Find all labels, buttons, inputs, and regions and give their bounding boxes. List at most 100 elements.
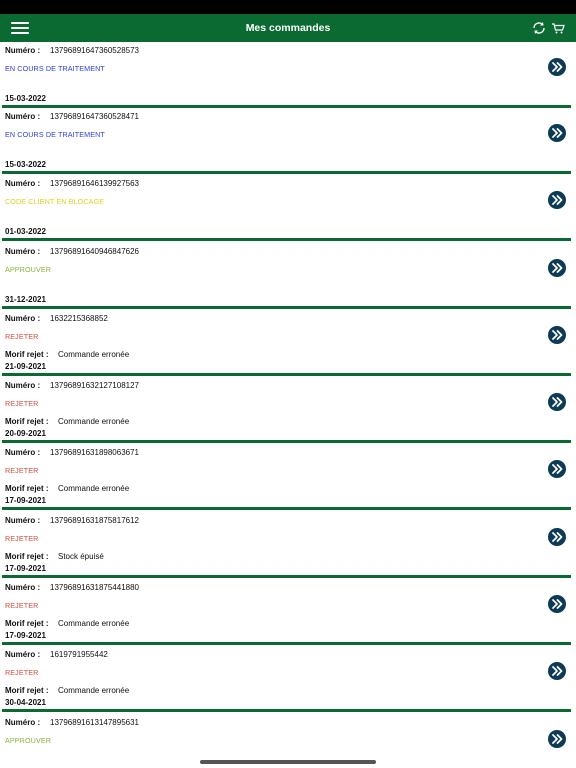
rejection-reason-label: Morif rejet : [5,417,49,427]
order-date: 17-09-2021 [5,631,46,641]
order-number-row: Numéro : 13796891647360528471 [5,112,139,121]
open-order-button[interactable] [548,124,566,142]
rejection-reason-row: Morif rejet : Commande erronée [5,484,129,494]
order-divider [2,372,571,376]
double-chevron-right-icon [552,397,563,408]
rejection-reason: Commande erronée [58,686,130,696]
open-order-button[interactable] [548,191,566,210]
rejection-reason-label: Morif rejet : [5,551,49,561]
rejection-reason: Commande erronée [58,484,130,494]
numero-label: Numéro : [5,650,41,660]
double-chevron-right-icon [552,531,563,542]
rejection-reason-row: Morif rejet : Stock épuisé [5,551,104,561]
order-item[interactable]: Numéro : 13796891646139927563 CODE CLIENT … [0,175,576,242]
numero-label: Numéro : [5,313,41,323]
order-divider [2,305,571,309]
order-number-row: Numéro : 13796891631875441880 [5,583,139,593]
order-date: 17-09-2021 [5,496,46,506]
rejection-reason-label: Morif rejet : [5,349,49,359]
rejection-reason-row: Morif rejet : Commande erronée [5,619,129,628]
order-number-row: Numéro : 13796891646139927563 [5,179,139,189]
order-date: 30-04-2021 [5,698,46,708]
order-number-row: Numéro : 1619791955442 [5,650,108,660]
double-chevron-right-icon [552,733,563,744]
order-status: REJETER [5,466,39,476]
double-chevron-right-icon [552,195,563,206]
rejection-reason-row: Morif rejet : Commande erronée [5,686,129,695]
double-chevron-right-icon [552,599,563,609]
order-status: APPROUVER [5,735,52,745]
order-date: 17-09-2021 [5,563,46,573]
order-number: 13796891640946847626 [50,246,139,256]
order-item[interactable]: Numéro : 13796891647360528471 EN COURS DE … [0,108,576,175]
order-item[interactable]: Numéro : 13796891632127108127 REJETER Morif… [0,377,576,444]
order-status: REJETER [5,399,39,409]
open-order-button[interactable] [548,729,566,748]
order-status: REJETER [5,331,39,341]
rejection-reason-label: Morif rejet : [5,484,49,494]
open-order-button[interactable] [548,393,566,412]
open-order-button[interactable] [548,595,566,614]
order-number: 1632215368852 [50,313,108,323]
order-number: 13796891632127108127 [50,381,139,391]
rejection-reason: Stock épuisé [58,551,104,561]
open-order-button[interactable] [548,527,566,546]
order-divider [2,507,571,511]
order-number-row: Numéro : 13796891640946847626 [5,246,139,256]
order-item[interactable]: Numéro : 1619791955442 REJETER Morif rejet … [0,646,576,713]
home-indicator [200,760,376,764]
order-number: 13796891613147895631 [50,717,139,727]
open-order-button[interactable] [548,662,566,681]
order-item[interactable]: Numéro : 13796891640946847626 APPROUVER 31-… [0,243,576,310]
numero-label: Numéro : [5,179,41,189]
double-chevron-right-icon [552,62,563,72]
order-item[interactable]: Numéro : 1632215368852 REJETER Morif rejet … [0,310,576,377]
order-number: 13796891631875441880 [50,583,139,593]
double-chevron-right-icon [552,464,563,475]
rejection-reason-row: Morif rejet : Commande erronée [5,417,129,427]
order-date: 01-03-2022 [5,227,46,237]
order-date: 15-03-2022 [5,160,46,169]
order-item[interactable]: Numéro : 13796891631875817612 REJETER Morif… [0,512,576,579]
order-number: 13796891631898063671 [50,448,139,458]
order-item[interactable]: Numéro : 13796891631898063671 REJETER Morif… [0,444,576,511]
numero-label: Numéro : [5,583,41,593]
open-order-button[interactable] [548,58,566,76]
order-number-row: Numéro : 13796891631875817612 [5,516,139,525]
order-divider [2,642,571,646]
order-divider [2,238,571,242]
numero-label: Numéro : [5,381,41,391]
order-divider [2,440,571,444]
open-order-button[interactable] [548,258,566,277]
order-number-row: Numéro : 1632215368852 [5,313,108,323]
order-number: 13796891646139927563 [50,179,139,189]
order-status: REJETER [5,601,39,611]
refresh-icon[interactable] [531,20,547,36]
order-status: REJETER [5,533,39,543]
double-chevron-right-icon [552,666,563,677]
rejection-reason: Commande erronée [58,619,130,629]
page-title: Mes commandes [245,22,331,34]
order-number: 13796891647360528471 [50,112,139,121]
order-status: REJETER [5,668,39,678]
orders-list[interactable]: Numéro : 13796891647360528573 EN COURS DE … [0,42,576,768]
order-number: 13796891647360528573 [50,46,139,55]
order-date: 15-03-2022 [5,94,46,103]
rejection-reason: Commande erronée [58,349,130,359]
status-bar [0,0,576,14]
open-order-button[interactable] [548,325,566,344]
order-divider [2,171,571,174]
rejection-reason: Commande erronée [58,417,130,427]
open-order-button[interactable] [548,460,566,479]
order-status: APPROUVER [5,264,52,274]
numero-label: Numéro : [5,46,41,55]
cart-icon[interactable] [551,20,565,36]
order-date: 21-09-2021 [5,361,46,371]
order-status: CODE CLIENT EN BLOCAGE [5,197,105,207]
double-chevron-right-icon [552,262,563,273]
order-item[interactable]: Numéro : 13796891631875441880 REJETER Morif… [0,579,576,646]
numero-label: Numéro : [5,246,41,256]
order-item[interactable]: Numéro : 13796891647360528573 EN COURS DE … [0,42,576,108]
order-divider [2,709,571,713]
order-number-row: Numéro : 13796891647360528573 [5,46,139,55]
